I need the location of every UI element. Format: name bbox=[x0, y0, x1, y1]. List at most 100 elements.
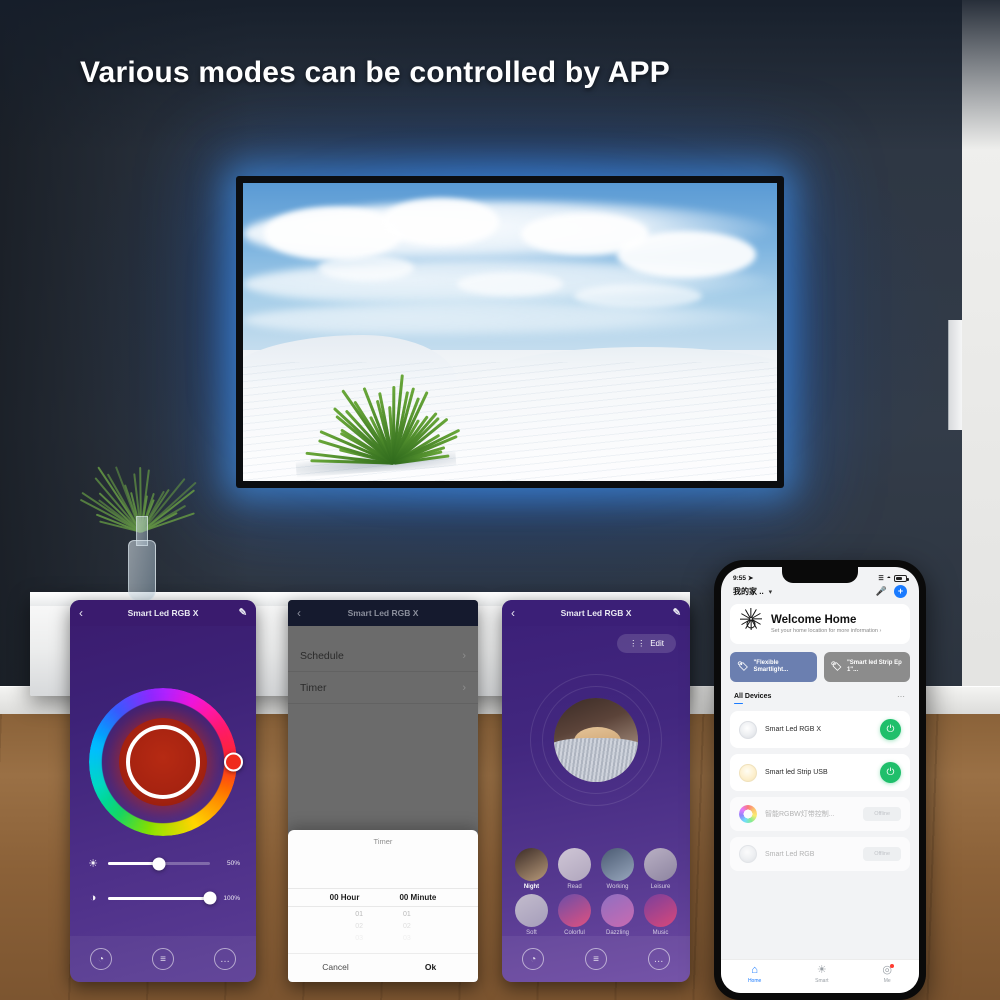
back-chevron-glyph[interactable]: ‹ bbox=[297, 606, 301, 620]
scene-item-music[interactable]: Music bbox=[639, 894, 682, 936]
home-icon: ⌂ bbox=[751, 965, 758, 976]
nav-item-home[interactable]: ⌂ Home bbox=[748, 965, 761, 984]
scene-item-leisure[interactable]: Leisure bbox=[639, 848, 682, 890]
menu-item-schedule[interactable]: Schedule › bbox=[288, 640, 478, 672]
page-title: Various modes can be controlled by APP bbox=[80, 56, 670, 90]
pencil-icon[interactable]: ✎ bbox=[239, 608, 247, 619]
chevron-down-icon[interactable]: ▾ bbox=[769, 588, 773, 596]
smart-icon: ☀ bbox=[817, 965, 827, 976]
color-preview-dotted-ring bbox=[126, 725, 200, 799]
device-name: 智能RGBW灯带控制... bbox=[765, 809, 835, 819]
more-tab[interactable]: … bbox=[648, 948, 670, 970]
tag-chip[interactable]: 🏷 "Smart led Strip Ep 1"... bbox=[824, 652, 911, 682]
shot3-title: Smart Led RGB X bbox=[561, 608, 632, 618]
palette-tab[interactable]: ◔ bbox=[90, 948, 112, 970]
brightness-slider-track[interactable] bbox=[108, 862, 210, 865]
scene-label: Read bbox=[567, 884, 581, 890]
scene-tab[interactable]: ≡ bbox=[585, 948, 607, 970]
scene-thumbnail bbox=[558, 848, 591, 881]
back-chevron-glyph[interactable]: ‹ bbox=[511, 606, 515, 620]
scene-item-working[interactable]: Working bbox=[596, 848, 639, 890]
warm-bulb-icon bbox=[739, 764, 757, 782]
nav-item-label: Home bbox=[748, 978, 761, 984]
edit-button[interactable]: ⋮⋮ Edit bbox=[617, 634, 676, 653]
color-temp-slider-row[interactable]: ◑ 100% bbox=[86, 892, 240, 904]
bulb-icon bbox=[739, 845, 757, 863]
hour-option[interactable]: 03 bbox=[355, 935, 363, 942]
app-screenshot-scenes: ‹ Smart Led RGB X ✎ ⋮⋮ Edit Night Read Wor… bbox=[502, 600, 690, 982]
brightness-value: 50% bbox=[218, 860, 240, 867]
device-row[interactable]: Smart led Strip USB ⏻ bbox=[730, 754, 910, 791]
phone-notch bbox=[782, 567, 858, 583]
chevron-right-icon: › bbox=[462, 682, 466, 694]
app-screenshot-timer: ‹ Smart Led RGB X Schedule › Timer › Tim… bbox=[288, 600, 478, 982]
nav-item-me[interactable]: ◎ Me bbox=[882, 965, 892, 984]
scene-thumbnail bbox=[601, 848, 634, 881]
tag-icon: 🏷 bbox=[737, 661, 748, 672]
tag-chips: 🏷 "Flexible Smartlight... 🏷 "Smart led Stri… bbox=[721, 644, 919, 682]
power-toggle-button[interactable]: ⏻ bbox=[880, 719, 901, 740]
location-arrow-icon: ➤ bbox=[748, 575, 753, 582]
shot1-header: chevron-left-icon ‹ Smart Led RGB X ✎ bbox=[70, 600, 256, 626]
menu-item-timer[interactable]: Timer › bbox=[288, 672, 478, 704]
scene-thumbnail bbox=[601, 894, 634, 927]
shot3-tabbar: ◔ ≡ … bbox=[502, 936, 690, 982]
battery-icon bbox=[894, 575, 907, 582]
scene-item-read[interactable]: Read bbox=[553, 848, 596, 890]
scene-list: Night Read Working Leisure Soft Colorful Dazzl… bbox=[502, 848, 690, 936]
brightness-slider-row[interactable]: ☀ 50% bbox=[86, 857, 240, 870]
pencil-icon[interactable]: ✎ bbox=[673, 608, 681, 619]
hour-column[interactable]: 01 02 03 bbox=[355, 911, 363, 942]
ok-button[interactable]: Ok bbox=[383, 962, 478, 972]
back-chevron-glyph[interactable]: ‹ bbox=[79, 606, 83, 620]
nav-item-smart[interactable]: ☀ Smart bbox=[815, 965, 828, 984]
cancel-button[interactable]: Cancel bbox=[288, 962, 383, 972]
scene-item-colorful[interactable]: Colorful bbox=[553, 894, 596, 936]
timer-bottom-sheet: Timer 00 Hour 00 Minute 01 02 03 01 02 0… bbox=[288, 830, 478, 982]
scene-thumbnail bbox=[558, 894, 591, 927]
color-temp-slider-track[interactable] bbox=[108, 897, 210, 900]
nav-item-label: Me bbox=[884, 978, 891, 984]
tv-screen bbox=[243, 183, 777, 481]
device-row[interactable]: Smart Led RGB Offline bbox=[730, 837, 910, 871]
color-wheel[interactable] bbox=[89, 688, 237, 836]
status-time: 9:55 bbox=[733, 575, 746, 582]
scene-item-soft[interactable]: Soft bbox=[510, 894, 553, 936]
hour-option[interactable]: 02 bbox=[355, 923, 363, 930]
devices-header-title: All Devices bbox=[734, 693, 771, 700]
home-selector-row[interactable]: 我的家 .. ▾ 🎤 + bbox=[721, 582, 919, 604]
more-tab[interactable]: … bbox=[214, 948, 236, 970]
scene-item-dazzling[interactable]: Dazzling bbox=[596, 894, 639, 936]
device-list: Smart Led RGB X ⏻ Smart led Strip USB ⏻ 智能RG… bbox=[721, 703, 919, 871]
home-name: 我的家 .. bbox=[733, 586, 764, 597]
tag-chip[interactable]: 🏷 "Flexible Smartlight... bbox=[730, 652, 817, 682]
minute-column[interactable]: 01 02 03 bbox=[403, 911, 411, 942]
scene-tab[interactable]: ≡ bbox=[152, 948, 174, 970]
add-device-button[interactable]: + bbox=[894, 585, 907, 598]
device-row[interactable]: Smart Led RGB X ⏻ bbox=[730, 711, 910, 748]
minute-option[interactable]: 03 bbox=[403, 935, 411, 942]
power-toggle-button[interactable]: ⏻ bbox=[880, 762, 901, 783]
scene-item-night[interactable]: Night bbox=[510, 848, 553, 890]
microphone-icon[interactable]: 🎤 bbox=[876, 586, 887, 597]
devices-header: All Devices ⋯ bbox=[721, 682, 919, 703]
device-row[interactable]: 智能RGBW灯带控制... Offline bbox=[730, 797, 910, 831]
welcome-card[interactable]: Welcome Home Set your home location for … bbox=[730, 604, 910, 644]
hour-option[interactable]: 01 bbox=[355, 911, 363, 918]
palette-tab[interactable]: ◔ bbox=[522, 948, 544, 970]
color-temp-value: 100% bbox=[218, 895, 240, 902]
device-name: Smart led Strip USB bbox=[765, 769, 828, 776]
notification-badge bbox=[890, 964, 894, 968]
color-wheel-handle[interactable] bbox=[224, 753, 243, 772]
hour-column-header: 00 Hour bbox=[330, 893, 360, 902]
app-screenshot-color: chevron-left-icon ‹ Smart Led RGB X ✎ ☀ … bbox=[70, 600, 256, 982]
timer-picker[interactable]: 00 Hour 00 Minute 01 02 03 01 02 03 bbox=[288, 888, 478, 942]
shot1-title: Smart Led RGB X bbox=[128, 608, 199, 618]
minute-column-header: 00 Minute bbox=[399, 893, 436, 902]
minute-option[interactable]: 01 bbox=[403, 911, 411, 918]
minute-option[interactable]: 02 bbox=[403, 923, 411, 930]
device-name: Smart Led RGB X bbox=[765, 726, 821, 733]
ellipsis-icon[interactable]: ⋯ bbox=[897, 692, 906, 701]
wall-right-trim bbox=[948, 320, 962, 430]
edit-button-label: Edit bbox=[650, 639, 664, 648]
